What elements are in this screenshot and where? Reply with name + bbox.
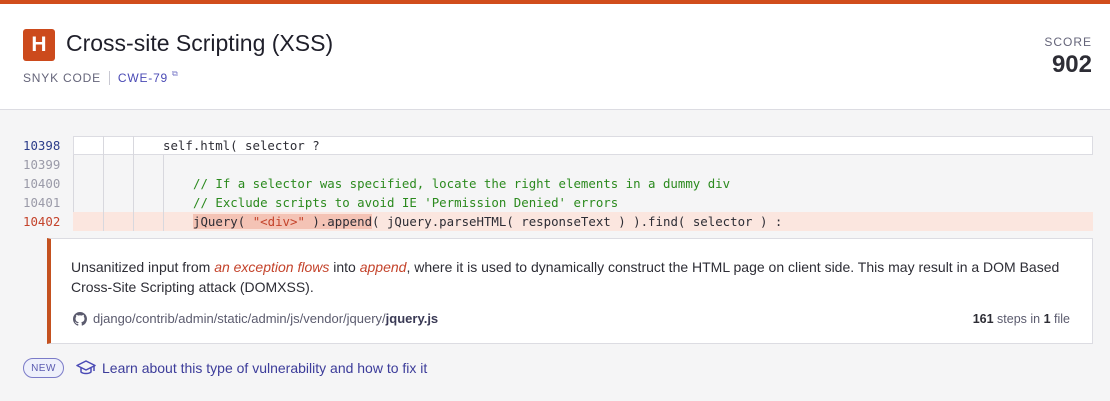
- indent-guide: [103, 136, 104, 155]
- score-value: 902: [1051, 51, 1092, 78]
- message-text: Unsanitized input from: [71, 259, 215, 275]
- indent-guide: [73, 174, 74, 193]
- file-location[interactable]: django/contrib/admin/static/admin/js/ven…: [73, 311, 438, 326]
- indent-guide: [103, 193, 104, 212]
- code-string: "<div>": [252, 214, 305, 229]
- indent-guide: [133, 212, 134, 231]
- line-number: 10401: [23, 195, 61, 210]
- steps-text: steps in: [993, 312, 1044, 326]
- file-path: django/contrib/admin/static/admin/js/ven…: [93, 311, 386, 326]
- files-count: 1: [1043, 312, 1051, 326]
- indent-guide: [133, 174, 134, 193]
- indent-guide: [163, 193, 164, 212]
- learn-text[interactable]: Learn about this type of vulnerability a…: [102, 360, 427, 376]
- code-snippet: 10398 self.html( selector ? 10399 10400 …: [0, 136, 1110, 231]
- new-badge: NEW: [23, 358, 64, 378]
- issue-message: Unsanitized input from an exception flow…: [71, 257, 1071, 297]
- code-line: 10399: [0, 155, 1110, 174]
- issue-meta: SNYK CODE CWE-79 ⧉: [23, 69, 179, 85]
- message-text: into: [329, 259, 360, 275]
- steps-text: file: [1050, 312, 1070, 326]
- code-line: 10400 // If a selector was specified, lo…: [0, 174, 1110, 193]
- source-link[interactable]: an exception flows: [214, 259, 329, 275]
- sink-link[interactable]: append: [360, 259, 407, 275]
- indent-guide: [103, 155, 104, 174]
- cwe-link[interactable]: CWE-79: [118, 71, 168, 85]
- issue-description-panel: Unsanitized input from an exception flow…: [47, 238, 1093, 344]
- code-comment: // If a selector was specified, locate t…: [193, 176, 731, 191]
- indent-guide: [103, 174, 104, 193]
- severity-badge: H: [23, 29, 55, 61]
- indent-guide: [73, 155, 74, 174]
- sink-highlight: jQuery( "<div>" ).append: [193, 214, 373, 229]
- issue-title: Cross-site Scripting (XSS): [66, 30, 334, 56]
- steps-summary: 161 steps in 1 file: [973, 312, 1070, 326]
- line-number: 10402: [23, 214, 61, 229]
- vulnerable-code-line: 10402 jQuery( "<div>" ).append( jQuery.p…: [0, 212, 1110, 231]
- external-link-icon[interactable]: ⧉: [172, 69, 179, 79]
- learn-link[interactable]: NEW Learn about this type of vulnerabili…: [23, 358, 427, 378]
- indent-guide: [133, 136, 134, 155]
- source-label: SNYK CODE: [23, 71, 101, 85]
- code-token: ).append: [304, 214, 373, 229]
- line-number: 10399: [23, 157, 61, 172]
- issue-header: H Cross-site Scripting (XSS) SNYK CODE C…: [0, 4, 1110, 110]
- indent-guide: [103, 212, 104, 231]
- code-token: jQuery(: [193, 214, 253, 229]
- indent-guide: [73, 193, 74, 212]
- file-name: jquery.js: [385, 311, 439, 326]
- graduation-cap-icon: [76, 360, 96, 375]
- code-line: 10398 self.html( selector ?: [0, 136, 1110, 155]
- line-number: 10398: [23, 138, 61, 153]
- score-label: SCORE: [1044, 35, 1092, 49]
- code-text: jQuery( "<div>" ).append( jQuery.parseHT…: [193, 212, 782, 231]
- indent-guide: [163, 155, 164, 174]
- indent-guide: [133, 155, 134, 174]
- indent-guide: [163, 174, 164, 193]
- line-number: 10400: [23, 176, 61, 191]
- code-comment: // Exclude scripts to avoid IE 'Permissi…: [193, 195, 619, 210]
- indent-guide: [163, 212, 164, 231]
- code-token: ( jQuery.parseHTML( responseText ) ).fin…: [372, 214, 783, 229]
- divider: [108, 71, 110, 85]
- code-line: 10401 // Exclude scripts to avoid IE 'Pe…: [0, 193, 1110, 212]
- steps-count: 161: [972, 312, 994, 326]
- code-text: self.html( selector ?: [163, 138, 320, 153]
- github-icon: [73, 311, 87, 326]
- indent-guide: [133, 193, 134, 212]
